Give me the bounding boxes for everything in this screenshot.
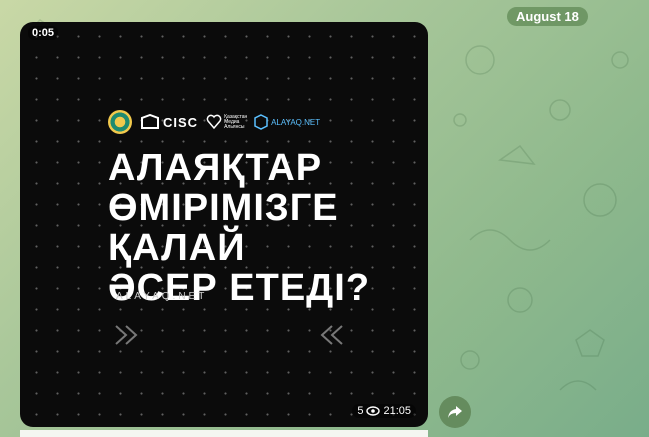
date-separator: August 18 [507,7,588,26]
headline-line-3: ҚАЛАЙ [108,227,246,269]
cisc-mark-icon [141,114,159,129]
video-headline: АЛАЯҚТАР ӨМІРІМІЗГЕ ҚАЛАЙ ӘСЕР ЕТЕДІ? [108,148,370,308]
cisc-logo: CISC [140,114,198,130]
video-message[interactable]: 0:05 CISC Қазақстан Медиа Альянсы ALAYAQ… [20,22,428,427]
media-alliance-logo: Қазақстан Медиа Альянсы [206,113,248,130]
eye-icon [366,406,381,416]
share-button[interactable] [439,396,471,428]
media-alliance-text: Қазақстан Медиа Альянсы [224,113,248,130]
headline-line-1: АЛАЯҚТАР [108,147,323,189]
alayaq-logo-text: ALAYAQ.NET [271,117,321,127]
chevron-left-icon [320,325,343,345]
alayaq-mark-icon [254,114,268,130]
cisc-logo-text: CISC [163,114,199,130]
heart-logo-icon [206,114,222,130]
alayaq-logo: ALAYAQ.NET [254,114,320,130]
view-count: 5 [357,405,364,417]
partner-logos: CISC Қазақстан Медиа Альянсы ALAYAQ.NET [108,110,320,134]
next-message-edge [20,430,428,437]
share-icon [448,406,462,418]
message-time: 21:05 [383,405,411,417]
message-meta: 5 21:05 [352,404,416,418]
state-emblem-icon [108,110,132,134]
headline-line-4: ӘСЕР ЕТЕДІ? [108,267,371,309]
chevron-right-icon [115,325,138,345]
headline-line-2: ӨМІРІМІЗГЕ [108,187,339,229]
video-duration: 0:05 [28,26,59,40]
site-caption: ALAYAQ.NET [116,291,208,302]
